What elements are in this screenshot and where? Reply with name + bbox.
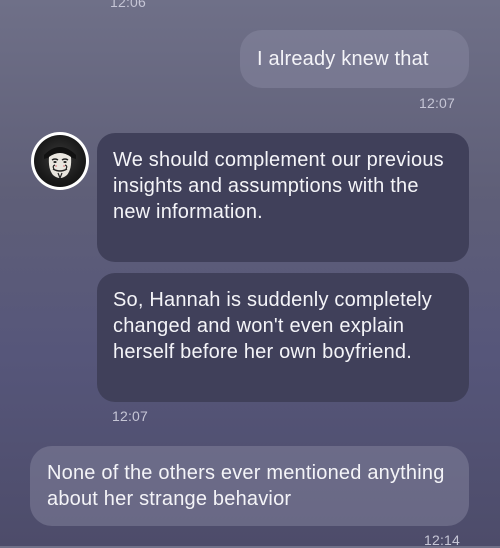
message-text: We should complement our previous insigh…	[113, 149, 444, 223]
guy-fawkes-mask-icon	[44, 147, 76, 180]
outgoing-message-bubble[interactable]: None of the others ever mentioned anythi…	[30, 446, 469, 526]
message-timestamp: 12:06	[110, 0, 147, 10]
message-text: So, Hannah is suddenly completely change…	[113, 289, 433, 363]
incoming-message-bubble[interactable]: We should complement our previous insigh…	[97, 133, 469, 262]
message-timestamp: 12:07	[112, 408, 149, 424]
message-timestamp: 12:07	[419, 95, 456, 111]
message-text: I already knew that	[257, 48, 429, 70]
outgoing-message-bubble[interactable]: I already knew that	[240, 30, 469, 88]
message-text: None of the others ever mentioned anythi…	[47, 462, 445, 510]
contact-avatar[interactable]	[31, 132, 89, 190]
incoming-message-bubble[interactable]: So, Hannah is suddenly completely change…	[97, 273, 469, 402]
